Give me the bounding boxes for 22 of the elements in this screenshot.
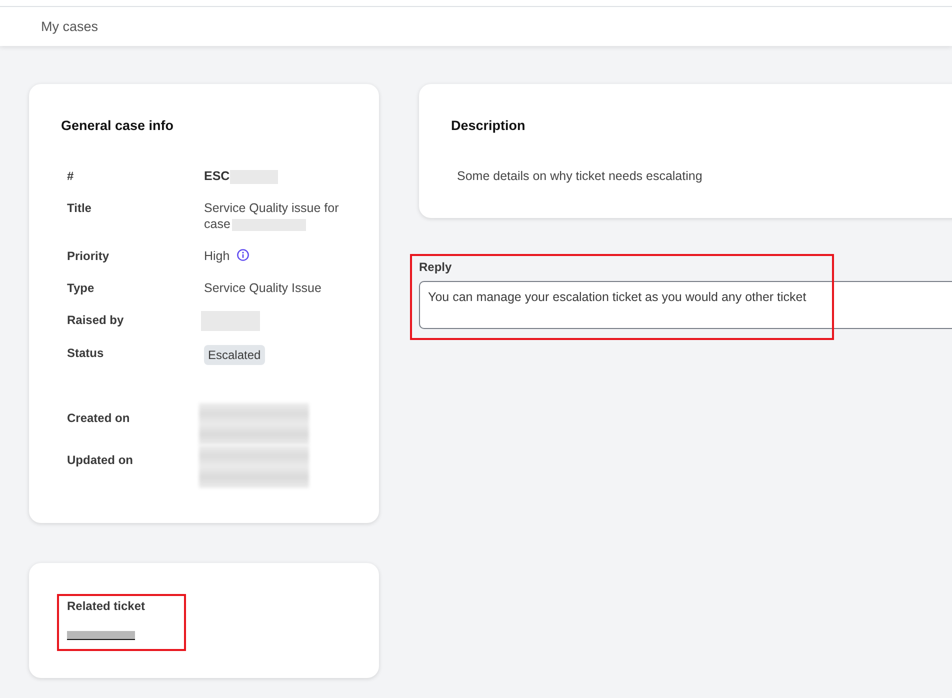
card-title: Description xyxy=(451,118,526,134)
field-label: Priority xyxy=(67,248,110,264)
info-icon[interactable] xyxy=(236,249,249,261)
redacted-link[interactable] xyxy=(67,630,135,640)
page-title: My cases xyxy=(41,18,98,34)
reply-field[interactable]: You can manage your escalation ticket as you would any other ticket xyxy=(419,281,952,329)
card-title: General case info xyxy=(61,118,174,134)
field-label: Type xyxy=(67,280,94,296)
field-label: Updated on xyxy=(67,452,133,469)
field-value: Service Quality Issue xyxy=(204,281,322,295)
field-label: Title xyxy=(67,200,92,217)
field-label: Related ticket xyxy=(67,598,146,614)
description-text: Some details on why ticket needs escalating xyxy=(457,168,702,184)
field-value: Service Quality issue for case xyxy=(204,201,339,231)
field-label: Raised by xyxy=(67,312,124,329)
field-label: Status xyxy=(67,344,104,362)
field-label: Created on xyxy=(67,410,130,427)
field-value: High xyxy=(204,249,230,263)
case-number: ESC xyxy=(204,169,230,183)
field-label: Reply xyxy=(419,259,452,275)
field-label: # xyxy=(67,168,74,184)
status-badge: Escalated xyxy=(204,344,265,365)
